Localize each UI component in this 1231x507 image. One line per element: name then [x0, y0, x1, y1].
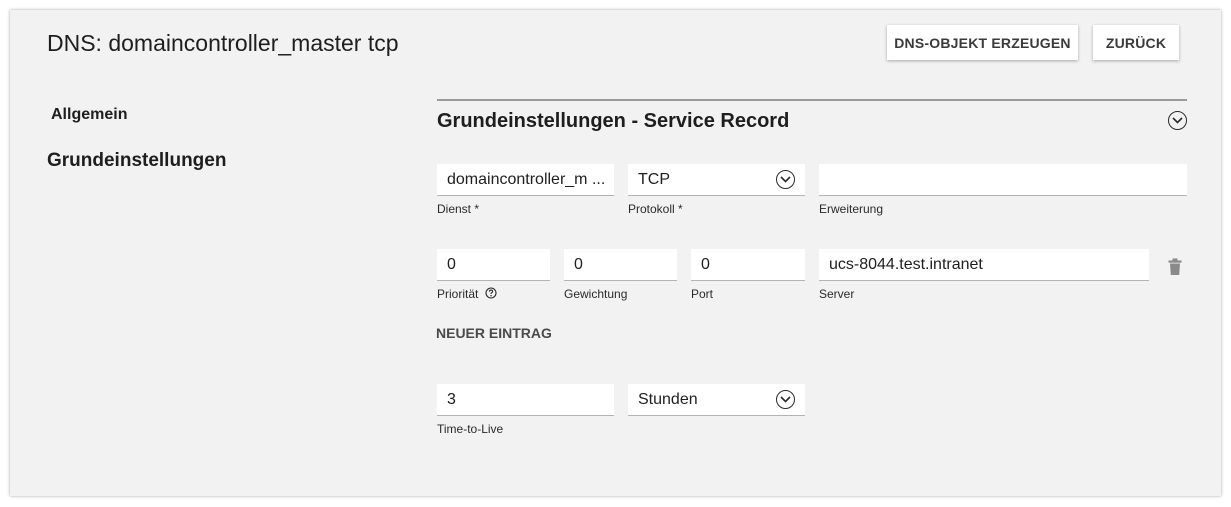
sidebar-item-allgemein[interactable]: Allgemein	[51, 106, 127, 124]
section-title: Grundeinstellungen - Service Record	[437, 110, 790, 132]
chevron-down-circle-icon[interactable]	[1168, 111, 1187, 130]
erweiterung-label: Erweiterung	[819, 202, 884, 216]
dienst-field[interactable]: domaincontroller_m ...	[437, 164, 614, 196]
chevron-down-circle-icon	[776, 390, 795, 409]
erweiterung-field[interactable]	[819, 164, 1187, 196]
prioritaet-label-text: Priorität	[437, 287, 479, 301]
page-title: DNS: domaincontroller_master tcp	[47, 30, 399, 56]
ttl-unit-value: Stunden	[638, 390, 698, 408]
gewichtung-value: 0	[574, 255, 583, 273]
prioritaet-value: 0	[447, 255, 456, 273]
sidebar-item-grundeinstellungen[interactable]: Grundeinstellungen	[47, 150, 226, 172]
erweiterung-input[interactable]	[829, 170, 1187, 189]
port-value: 0	[701, 255, 710, 273]
chevron-down-circle-icon	[776, 170, 795, 189]
create-dns-object-button[interactable]: DNS-OBJEKT ERZEUGEN	[887, 25, 1078, 60]
server-field[interactable]: ucs-8044.test.intranet	[819, 249, 1149, 281]
protokoll-label: Protokoll *	[628, 202, 683, 216]
main-panel: DNS: domaincontroller_master tcp DNS-OBJ…	[10, 10, 1221, 496]
gewichtung-field[interactable]: 0	[564, 249, 677, 281]
new-entry-button[interactable]: NEUER EINTRAG	[436, 325, 552, 341]
trash-icon[interactable]	[1167, 258, 1183, 276]
server-label: Server	[819, 287, 855, 301]
protokoll-select[interactable]: TCP	[628, 164, 805, 196]
ttl-unit-select[interactable]: Stunden	[628, 384, 805, 416]
section-divider	[437, 99, 1187, 101]
prioritaet-label: Priorität	[437, 287, 497, 302]
help-circle-icon[interactable]	[485, 287, 497, 302]
dienst-label: Dienst *	[437, 202, 480, 216]
dienst-value: domaincontroller_m ...	[447, 170, 606, 188]
port-label: Port	[691, 287, 714, 301]
back-button[interactable]: ZURÜCK	[1093, 25, 1179, 60]
port-field[interactable]: 0	[691, 249, 805, 281]
ttl-label: Time-to-Live	[437, 422, 504, 436]
protokoll-value: TCP	[638, 170, 670, 188]
gewichtung-label: Gewichtung	[564, 287, 628, 301]
server-value: ucs-8044.test.intranet	[829, 255, 983, 273]
ttl-value: 3	[447, 390, 456, 408]
prioritaet-field[interactable]: 0	[437, 249, 550, 281]
ttl-field[interactable]: 3	[437, 384, 614, 416]
